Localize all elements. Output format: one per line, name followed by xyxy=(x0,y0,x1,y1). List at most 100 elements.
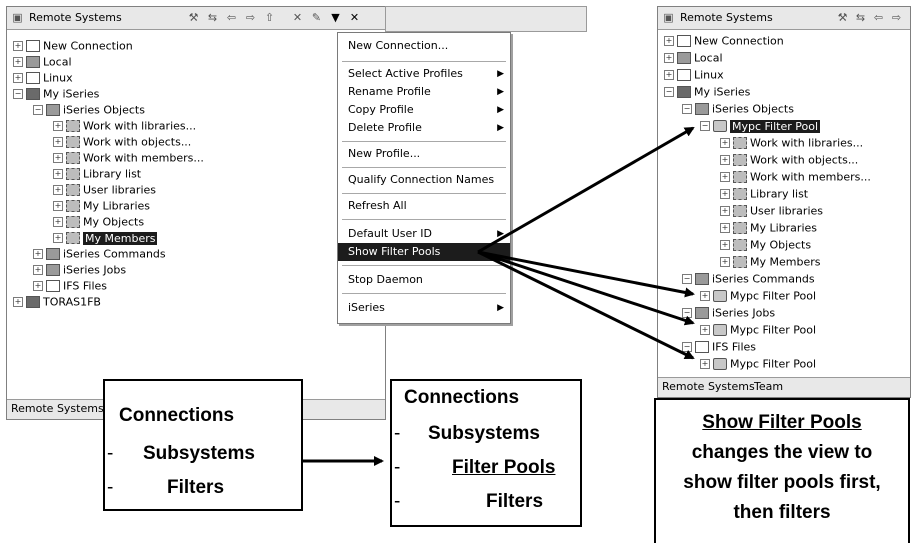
tree-node-library-list[interactable]: + Library list xyxy=(53,165,141,182)
expand-toggle[interactable]: + xyxy=(664,70,674,80)
expand-toggle[interactable]: + xyxy=(33,265,43,275)
tree-node-jobs-filter-pool[interactable]: + Mypc Filter Pool xyxy=(700,321,816,338)
back-arrow-icon[interactable]: ⇦ xyxy=(225,11,238,24)
menu-item-new-connection[interactable]: New Connection... xyxy=(338,37,510,55)
tree-node-work-with-objects[interactable]: + Work with objects... xyxy=(53,133,191,150)
menu-item-qualify-connection-names[interactable]: Qualify Connection Names xyxy=(338,171,510,189)
tree-node-my-iseries[interactable]: − My iSeries xyxy=(664,83,750,100)
tree-node-library-list[interactable]: + Library list xyxy=(720,185,808,202)
expand-toggle[interactable]: + xyxy=(53,153,63,163)
collapse-toggle[interactable]: − xyxy=(682,274,692,284)
collapse-all-icon[interactable]: ⚒ xyxy=(836,11,849,24)
menu-item-stop-daemon[interactable]: Stop Daemon xyxy=(338,271,510,289)
close-view-icon[interactable]: ✕ xyxy=(348,11,361,24)
expand-toggle[interactable]: + xyxy=(53,185,63,195)
expand-toggle[interactable]: + xyxy=(720,257,730,267)
tree-node-user-libraries[interactable]: + User libraries xyxy=(720,202,823,219)
tree-node-toras1fb[interactable]: + TORAS1FB xyxy=(13,293,101,310)
expand-toggle[interactable]: + xyxy=(33,249,43,259)
view-menu-dropdown-icon[interactable]: ▼ xyxy=(329,11,342,24)
filter-tools-icon[interactable]: ✕ xyxy=(291,11,304,24)
tree-node-iseries-objects[interactable]: − iSeries Objects xyxy=(33,101,145,118)
tree-node-my-libraries[interactable]: + My Libraries xyxy=(53,197,150,214)
expand-toggle[interactable]: + xyxy=(13,73,23,83)
expand-toggle[interactable]: + xyxy=(700,325,710,335)
collapse-toggle[interactable]: − xyxy=(664,87,674,97)
expand-toggle[interactable]: + xyxy=(53,121,63,131)
tree-node-iseries-objects[interactable]: − iSeries Objects xyxy=(682,100,794,117)
tree-node-ifs-files[interactable]: − IFS Files xyxy=(682,338,756,355)
expand-toggle[interactable]: + xyxy=(720,206,730,216)
tree-node-my-members[interactable]: + My Members xyxy=(720,253,820,270)
tree-node-new-connection[interactable]: + New Connection xyxy=(664,32,784,49)
collapse-all-icon[interactable]: ⚒ xyxy=(187,11,200,24)
forward-arrow-icon[interactable]: ⇨ xyxy=(244,11,257,24)
expand-toggle[interactable]: + xyxy=(33,281,43,291)
menu-item-iseries[interactable]: iSeries ▶ xyxy=(338,299,510,317)
collapse-toggle[interactable]: − xyxy=(682,308,692,318)
expand-toggle[interactable]: + xyxy=(720,223,730,233)
link-with-editor-icon[interactable]: ⇆ xyxy=(854,11,867,24)
expand-toggle[interactable]: + xyxy=(53,233,63,243)
tree-node-local[interactable]: + Local xyxy=(13,53,72,70)
menu-item-rename-profile[interactable]: Rename Profile ▶ xyxy=(338,83,510,101)
tree-node-work-with-objects[interactable]: + Work with objects... xyxy=(720,151,858,168)
expand-toggle[interactable]: + xyxy=(720,240,730,250)
tree-node-ifs-filter-pool[interactable]: + Mypc Filter Pool xyxy=(700,355,816,372)
tree-node-work-with-members[interactable]: + Work with members... xyxy=(53,149,204,166)
menu-item-copy-profile[interactable]: Copy Profile ▶ xyxy=(338,101,510,119)
tree-node-work-with-members[interactable]: + Work with members... xyxy=(720,168,871,185)
tree-node-iseries-commands[interactable]: + iSeries Commands xyxy=(33,245,166,262)
menu-item-select-active-profiles[interactable]: Select Active Profiles ▶ xyxy=(338,65,510,83)
tree-node-work-with-libraries[interactable]: + Work with libraries... xyxy=(720,134,863,151)
pin-icon[interactable]: ✎ xyxy=(310,11,323,24)
menu-item-refresh-all[interactable]: Refresh All xyxy=(338,197,510,215)
tree-node-my-objects[interactable]: + My Objects xyxy=(720,236,811,253)
expand-toggle[interactable]: + xyxy=(720,155,730,165)
tree-node-linux[interactable]: + Linux xyxy=(13,69,73,86)
expand-toggle[interactable]: + xyxy=(720,189,730,199)
tree-node-mypc-filter-pool[interactable]: − Mypc Filter Pool xyxy=(700,117,821,134)
expand-toggle[interactable]: + xyxy=(720,138,730,148)
menu-item-default-user-id[interactable]: Default User ID ▶ xyxy=(338,225,510,243)
expand-toggle[interactable]: + xyxy=(700,291,710,301)
tree-node-iseries-jobs[interactable]: + iSeries Jobs xyxy=(33,261,126,278)
collapse-toggle[interactable]: − xyxy=(682,104,692,114)
tree-node-ifs-files[interactable]: + IFS Files xyxy=(33,277,107,294)
collapse-toggle[interactable]: − xyxy=(13,89,23,99)
tab-team[interactable]: Team xyxy=(754,380,783,393)
tab-remote-systems[interactable]: Remote Systems xyxy=(11,402,104,415)
link-with-editor-icon[interactable]: ⇆ xyxy=(206,11,219,24)
expand-toggle[interactable]: + xyxy=(664,36,674,46)
expand-toggle[interactable]: + xyxy=(720,172,730,182)
back-arrow-icon[interactable]: ⇦ xyxy=(872,11,885,24)
tree-node-my-iseries[interactable]: − My iSeries xyxy=(13,85,99,102)
tree-node-work-with-libraries[interactable]: + Work with libraries... xyxy=(53,117,196,134)
tree-node-new-connection[interactable]: + New Connection xyxy=(13,37,133,54)
tree-node-my-objects[interactable]: + My Objects xyxy=(53,213,144,230)
menu-item-new-profile[interactable]: New Profile... xyxy=(338,145,510,163)
tree-node-user-libraries[interactable]: + User libraries xyxy=(53,181,156,198)
tree-node-iseries-jobs[interactable]: − iSeries Jobs xyxy=(682,304,775,321)
collapse-toggle[interactable]: − xyxy=(682,342,692,352)
expand-toggle[interactable]: + xyxy=(13,297,23,307)
tree-node-commands-filter-pool[interactable]: + Mypc Filter Pool xyxy=(700,287,816,304)
menu-item-delete-profile[interactable]: Delete Profile ▶ xyxy=(338,119,510,137)
expand-toggle[interactable]: + xyxy=(700,359,710,369)
forward-arrow-icon[interactable]: ⇨ xyxy=(890,11,903,24)
expand-toggle[interactable]: + xyxy=(53,169,63,179)
expand-toggle[interactable]: + xyxy=(53,201,63,211)
expand-toggle[interactable]: + xyxy=(53,137,63,147)
collapse-toggle[interactable]: − xyxy=(700,121,710,131)
expand-toggle[interactable]: + xyxy=(664,53,674,63)
tree-node-linux[interactable]: + Linux xyxy=(664,66,724,83)
expand-toggle[interactable]: + xyxy=(13,57,23,67)
expand-toggle[interactable]: + xyxy=(13,41,23,51)
tree-node-my-members[interactable]: + My Members xyxy=(53,229,158,246)
expand-toggle[interactable]: + xyxy=(53,217,63,227)
tree-node-local[interactable]: + Local xyxy=(664,49,723,66)
tree-node-my-libraries[interactable]: + My Libraries xyxy=(720,219,817,236)
tab-remote-systems[interactable]: Remote Systems xyxy=(662,380,755,393)
menu-item-show-filter-pools[interactable]: Show Filter Pools xyxy=(338,243,510,261)
collapse-toggle[interactable]: − xyxy=(33,105,43,115)
